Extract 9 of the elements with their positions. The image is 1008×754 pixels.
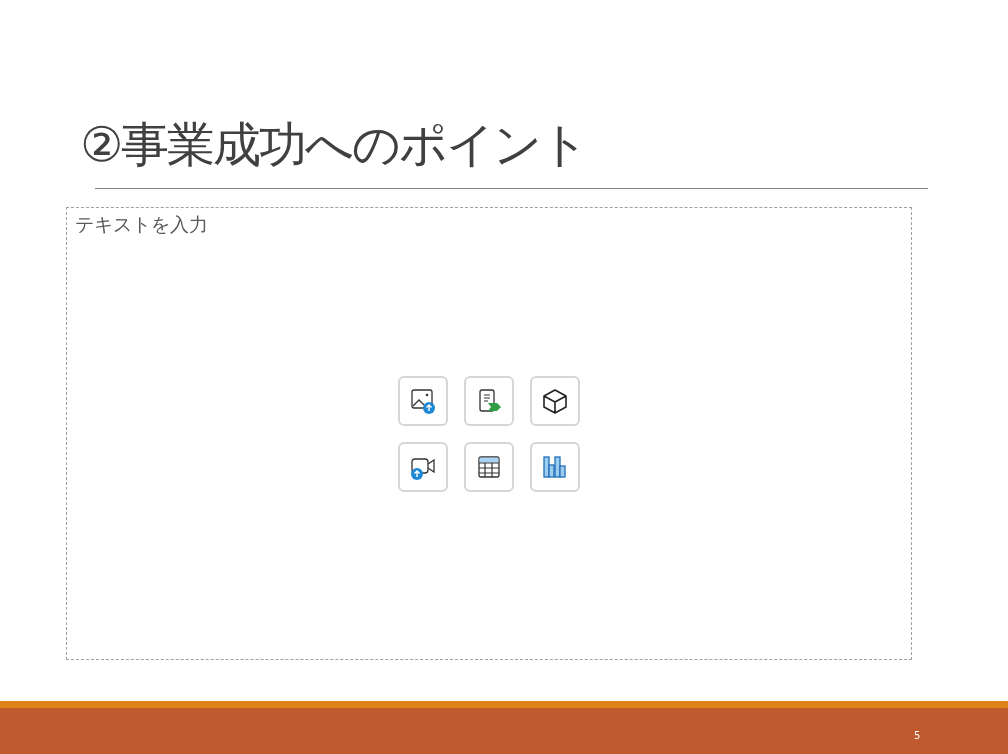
cube-icon: [541, 387, 569, 415]
slide-title: ②事業成功へのポイント: [80, 115, 588, 174]
table-icon: [475, 453, 503, 481]
content-placeholder[interactable]: テキストを入力: [66, 207, 912, 660]
page-number: 5: [914, 729, 921, 743]
image-upload-icon: [409, 387, 437, 415]
bar-chart-icon: [541, 453, 569, 481]
insert-button[interactable]: [530, 376, 580, 426]
placeholder-text: テキストを入力: [75, 212, 208, 237]
